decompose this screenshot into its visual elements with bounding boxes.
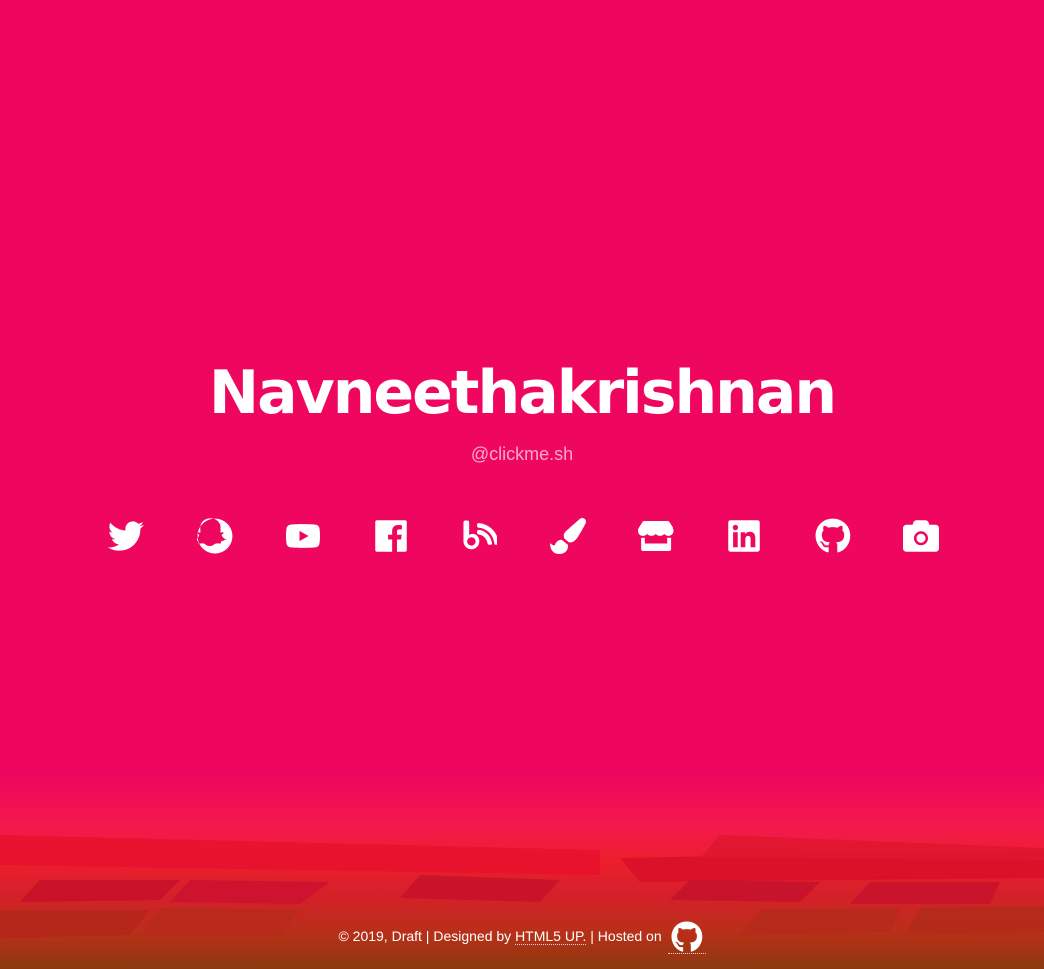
copyright-text: © 2019, Draft | Designed by bbox=[338, 928, 516, 944]
twitter-link[interactable] bbox=[104, 514, 148, 558]
github-link[interactable] bbox=[811, 514, 855, 558]
page-title: Navneethakrishnan bbox=[208, 358, 837, 428]
camera-icon bbox=[903, 520, 939, 552]
paint-brush-link[interactable] bbox=[546, 514, 590, 558]
blog-link[interactable] bbox=[457, 514, 501, 558]
header: Navneethakrishnan @clickme.sh bbox=[0, 356, 1044, 465]
hosted-on-text: | Hosted on bbox=[586, 928, 666, 944]
paint-brush-icon bbox=[550, 518, 586, 554]
store-icon bbox=[637, 521, 674, 551]
linkedin-icon bbox=[728, 520, 760, 552]
blog-icon bbox=[463, 520, 499, 550]
page-subtitle: @clickme.sh bbox=[470, 444, 574, 464]
camera-link[interactable] bbox=[899, 514, 943, 558]
snapchat-icon bbox=[194, 518, 233, 554]
snapchat-link[interactable] bbox=[193, 514, 237, 558]
youtube-link[interactable] bbox=[281, 514, 325, 558]
facebook-link[interactable] bbox=[369, 514, 413, 558]
youtube-icon bbox=[286, 524, 320, 548]
github-icon bbox=[815, 518, 851, 553]
facebook-icon bbox=[375, 520, 407, 552]
html5up-link[interactable]: HTML5 UP. bbox=[515, 928, 587, 945]
store-link[interactable] bbox=[634, 514, 678, 558]
linkedin-link[interactable] bbox=[722, 514, 766, 558]
github-host-link[interactable] bbox=[667, 921, 706, 954]
social-links bbox=[0, 514, 1044, 558]
footer: © 2019, Draft | Designed by HTML5 UP. | … bbox=[0, 914, 1044, 958]
github-icon bbox=[671, 921, 702, 952]
twitter-icon bbox=[108, 521, 144, 551]
